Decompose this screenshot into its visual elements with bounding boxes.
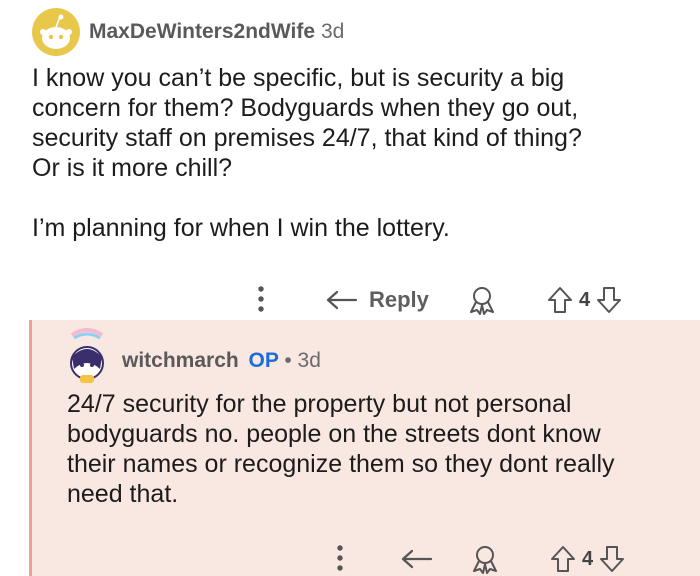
reply-author-name[interactable]: witchmarch — [122, 349, 239, 372]
reply-button[interactable]: Reply — [325, 285, 429, 315]
reply-action-bar: 4 — [32, 541, 700, 575]
upvote-icon[interactable] — [550, 545, 576, 573]
reply-vote-count: 4 — [582, 547, 594, 570]
reply-label: Reply — [369, 287, 429, 312]
snoo-avatar-icon[interactable] — [32, 8, 80, 56]
comment-author[interactable]: MaxDeWinters2ndWife 3d — [89, 20, 344, 44]
award-icon[interactable] — [466, 285, 498, 315]
upvote-icon[interactable] — [547, 286, 573, 314]
comment-action-bar: Reply 4 — [0, 282, 700, 316]
vote-count: 4 — [579, 288, 591, 311]
comment-body: I know you can’t be specific, but is sec… — [32, 64, 582, 242]
author-name[interactable]: MaxDeWinters2ndWife — [89, 20, 315, 43]
downvote-icon[interactable] — [599, 545, 625, 573]
reply-arrow-icon[interactable] — [399, 544, 435, 574]
reply-age: • 3d — [284, 349, 321, 372]
user-avatar[interactable] — [66, 327, 108, 389]
reply-arrow-icon — [326, 290, 358, 310]
vote-control: 4 — [547, 285, 622, 315]
award-icon[interactable] — [469, 544, 501, 574]
downvote-icon[interactable] — [596, 286, 622, 314]
reply-vote-control: 4 — [550, 544, 625, 574]
reply-body: 24/7 security for the property but not p… — [67, 390, 615, 508]
op-badge: OP — [248, 349, 279, 372]
comment-age: 3d — [321, 20, 345, 43]
more-vertical-icon[interactable] — [333, 543, 347, 573]
reply-author-line: witchmarch OP • 3d — [122, 349, 321, 373]
more-vertical-icon[interactable] — [254, 284, 268, 314]
comment-parent: MaxDeWinters2ndWife 3d I know you can’t b… — [0, 0, 700, 318]
comment-reply: witchmarch OP • 3d 24/7 security for the… — [29, 320, 700, 576]
